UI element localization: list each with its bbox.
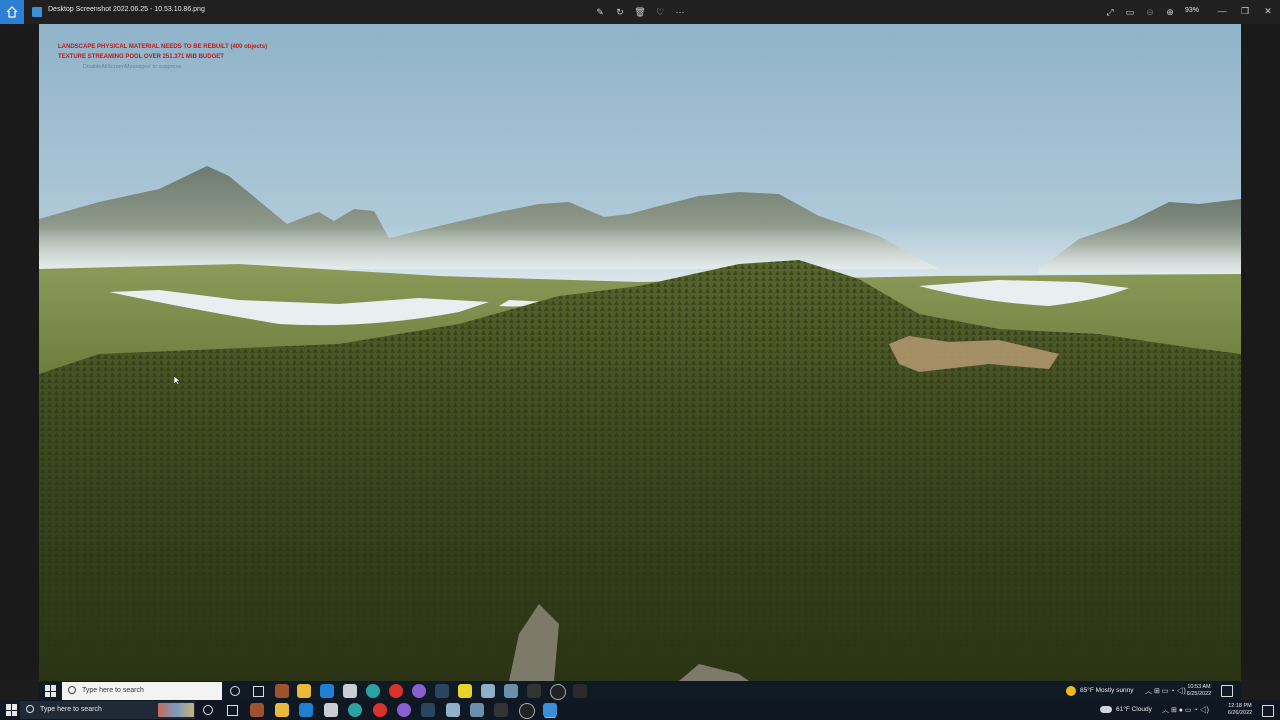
landscape-image (39, 24, 1241, 681)
notification-icon[interactable] (1262, 705, 1274, 717)
right-margin (1241, 24, 1280, 680)
weather-text: 85°F Mostly sunny (1080, 687, 1134, 694)
taskbar-app-icon[interactable] (494, 703, 508, 717)
unreal-engine-icon (550, 684, 566, 700)
file-explorer-icon (297, 684, 311, 698)
unreal-engine-icon[interactable] (519, 703, 535, 719)
tray-icons[interactable]: ︿ ⊞ ● ▭ ◔ ◁) (1162, 705, 1209, 715)
start-button[interactable] (6, 704, 18, 716)
title-bar: Desktop Screenshot 2022.06.25 - 10.53.10… (0, 0, 1280, 24)
clock-time: 12:18 PM (1228, 703, 1252, 709)
close-button[interactable]: ✕ (1258, 2, 1278, 20)
favorite-icon[interactable]: ♡ (653, 5, 667, 19)
maximize-button[interactable]: ❐ (1235, 2, 1255, 20)
weather-text[interactable]: 61°F Cloudy (1116, 706, 1152, 713)
edit-icon[interactable]: ✎ (593, 5, 607, 19)
app-icon (481, 684, 495, 698)
home-icon (6, 6, 18, 18)
steam-icon[interactable] (421, 703, 435, 717)
app-icon (504, 684, 518, 698)
taskbar-app-icon[interactable] (446, 703, 460, 717)
app-icon (412, 684, 426, 698)
task-view-icon (253, 686, 264, 697)
clock[interactable]: 12:18 PM 6/26/2022 (1222, 703, 1258, 717)
photos-taskbar-icon[interactable] (543, 703, 557, 717)
file-title: Desktop Screenshot 2022.06.25 - 10.53.10… (48, 6, 205, 13)
search-icon (68, 686, 76, 695)
app-icon (343, 684, 357, 698)
photos-app-icon (32, 7, 42, 17)
taskbar-app-icon[interactable] (397, 703, 411, 717)
cortana-icon[interactable] (203, 705, 213, 715)
clock-date: 6/25/2022 (1186, 691, 1212, 697)
tray-icons: ︿ ⊞ ▭ ◔ ◁) (1145, 688, 1186, 695)
taskbar-app-icon[interactable] (373, 703, 387, 717)
taskbar-app-icon[interactable] (250, 703, 264, 717)
more-icon[interactable]: ⋯ (673, 5, 687, 19)
warning-message-2: TEXTURE STREAMING POOL OVER 251.371 MiB … (58, 54, 224, 60)
landscape-screenshot: LANDSCAPE PHYSICAL MATERIAL NEEDS TO BE … (39, 24, 1241, 681)
clock: 10:53 AM 6/25/2022 (1181, 684, 1217, 698)
edge-icon (366, 684, 380, 698)
fullscreen-icon[interactable]: ⤢ (1103, 5, 1117, 19)
clock-time: 10:53 AM (1187, 684, 1211, 690)
weather-cloud-icon (1100, 706, 1112, 713)
home-button[interactable] (0, 0, 24, 24)
app-icon (275, 684, 289, 698)
slideshow-icon[interactable]: ▭ (1123, 5, 1137, 19)
mail-icon (320, 684, 334, 698)
search-icon (26, 705, 34, 714)
sticky-notes-icon (458, 684, 472, 698)
start-button (45, 685, 57, 697)
minimize-button[interactable]: — (1212, 2, 1232, 20)
task-view-icon[interactable] (227, 705, 238, 716)
rotate-icon[interactable]: ↻ (613, 5, 627, 19)
zoom-out-icon[interactable]: ⊖ (1143, 5, 1157, 19)
clock-date: 6/26/2022 (1227, 710, 1253, 716)
app-icon (389, 684, 403, 698)
taskbar-app-icon[interactable] (470, 703, 484, 717)
mail-icon[interactable] (299, 703, 313, 717)
left-margin (0, 24, 39, 680)
screenshot-taskbar: Type here to search 85°F Mostly sunny ︿ … (39, 681, 1241, 701)
cortana-icon (230, 686, 240, 696)
search-highlight-image (158, 703, 194, 717)
weather-sun-icon (1066, 686, 1076, 696)
notification-icon (1221, 685, 1233, 697)
search-placeholder: Type here to search (40, 706, 102, 713)
app-icon (527, 684, 541, 698)
app-icon (573, 684, 587, 698)
screenshot-search-box: Type here to search (62, 682, 222, 700)
taskbar: Type here to search 61°F Cloudy ︿ ⊞ ● ▭ … (0, 700, 1280, 720)
suppress-hint: DisableAllScreenMessages' to suppress (83, 64, 181, 70)
warning-message-1: LANDSCAPE PHYSICAL MATERIAL NEEDS TO BE … (58, 44, 268, 50)
file-explorer-icon[interactable] (275, 703, 289, 717)
mouse-cursor-icon (174, 376, 180, 385)
taskbar-app-icon[interactable] (324, 703, 338, 717)
steam-icon (435, 684, 449, 698)
zoom-level[interactable]: 93% (1185, 7, 1199, 14)
search-placeholder: Type here to search (82, 687, 144, 694)
delete-icon[interactable]: 🗑 (633, 5, 647, 19)
edge-icon[interactable] (348, 703, 362, 717)
zoom-in-icon[interactable]: ⊕ (1163, 5, 1177, 19)
